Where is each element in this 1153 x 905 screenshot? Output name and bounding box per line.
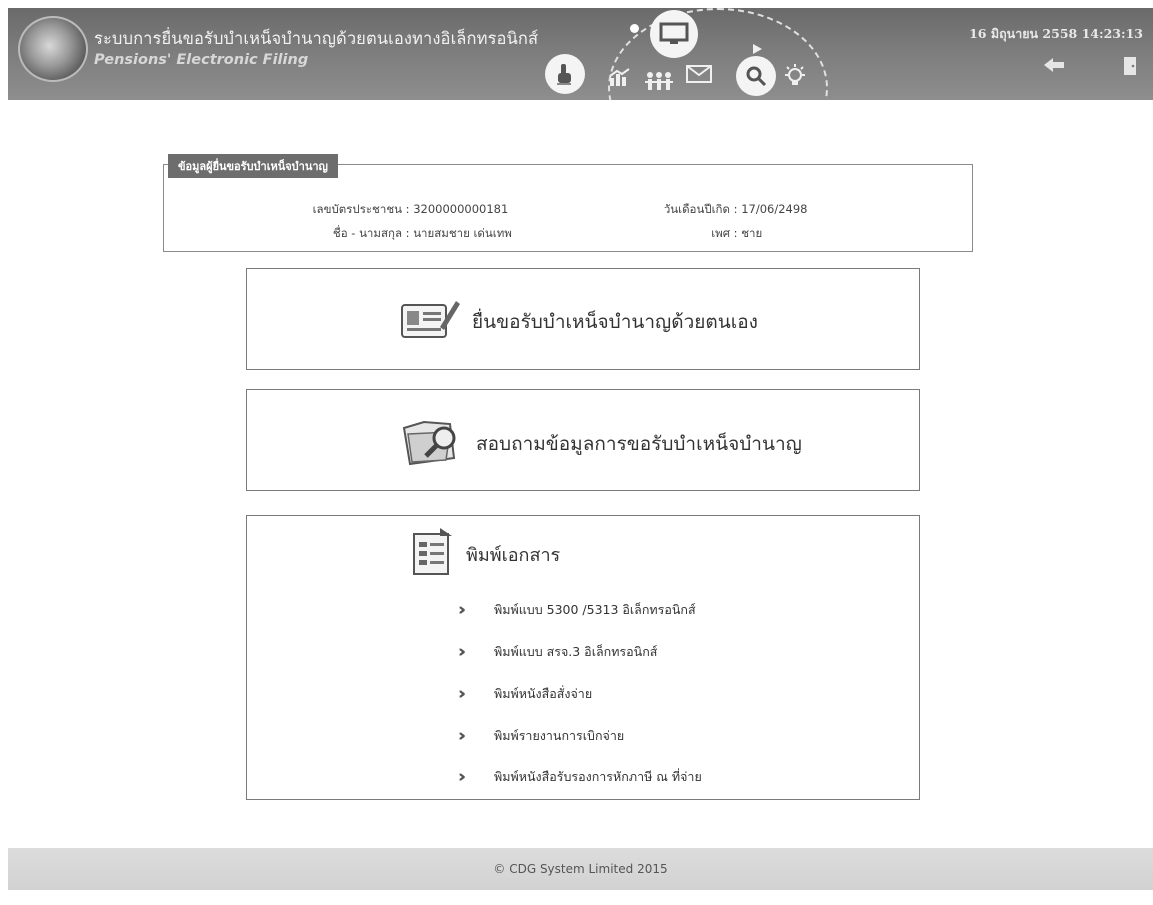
copyright-text: © CDG System Limited 2015: [493, 862, 668, 876]
arc-arrow-icon: [750, 42, 764, 56]
inquiry-label: สอบถามข้อมูลการขอรับบำเหน็จบำนาญ: [476, 432, 802, 455]
print-documents-label: พิมพ์เอกสาร: [466, 545, 561, 566]
file-pension-label: ยื่นขอรับบำเหน็จบำนาญด้วยตนเอง: [472, 310, 758, 333]
app-title-english: Pensions' Electronic Filing: [94, 52, 309, 68]
inquiry-link[interactable]: สอบถามข้อมูลการขอรับบำเหน็จบำนาญ: [400, 414, 802, 473]
current-datetime: 16 มิถุนายน 2558 14:23:13: [969, 26, 1143, 41]
applicant-info-legend: ข้อมูลผู้ยื่นขอรับบำเหน็จบำนาญ: [168, 154, 338, 178]
sex-label: เพศ: [711, 226, 730, 240]
birth-date-field: วันเดือนปีเกิด : 17/06/2498: [622, 201, 808, 219]
people-icon[interactable]: [642, 70, 676, 92]
chart-icon[interactable]: [606, 66, 632, 88]
folder-search-icon: [400, 414, 464, 473]
lightbulb-icon[interactable]: [782, 62, 808, 90]
app-title-thai: ระบบการยื่นขอรับบำเหน็จบำนาญด้วยตนเองทาง…: [94, 29, 539, 48]
full-name-value: นายสมชาย เด่นเทพ: [413, 226, 512, 240]
citizen-id-field: เลขบัตรประชาชน : 3200000000181: [268, 201, 509, 219]
back-icon[interactable]: [1043, 56, 1065, 79]
app-header: ระบบการยื่นขอรับบำเหน็จบำนาญด้วยตนเองทาง…: [8, 8, 1153, 100]
search-icon[interactable]: [736, 56, 776, 96]
print-item-label: พิมพ์หนังสือสั่งจ่าย: [494, 686, 593, 701]
print-item-payment-order[interactable]: ›› พิมพ์หนังสือสั่งจ่าย: [458, 684, 592, 704]
double-chevron-right-icon: ››: [458, 600, 466, 620]
double-chevron-right-icon: ››: [458, 767, 466, 787]
citizen-id-label: เลขบัตรประชาชน: [312, 202, 402, 216]
mail-icon[interactable]: [684, 62, 714, 86]
monitor-icon[interactable]: [650, 10, 698, 58]
print-item-label: พิมพ์แบบ 5300 /5313 อิเล็กทรอนิกส์: [494, 602, 696, 617]
id-card-edit-icon: [400, 297, 460, 346]
print-item-label: พิมพ์หนังสือรับรองการหักภาษี ณ ที่จ่าย: [494, 769, 702, 784]
double-chevron-right-icon: ››: [458, 684, 466, 704]
print-item-withholding-tax-certificate[interactable]: ›› พิมพ์หนังสือรับรองการหักภาษี ณ ที่จ่า…: [458, 767, 702, 787]
full-name-field: ชื่อ - นามสกุล : นายสมชาย เด่นเทพ: [268, 225, 512, 243]
double-chevron-right-icon: ››: [458, 642, 466, 662]
print-item-label: พิมพ์แบบ สรจ.3 อิเล็กทรอนิกส์: [494, 644, 658, 659]
print-item-5300-5313[interactable]: ›› พิมพ์แบบ 5300 /5313 อิเล็กทรอนิกส์: [458, 600, 696, 620]
exit-door-icon[interactable]: [1123, 56, 1137, 81]
print-item-srj3[interactable]: ›› พิมพ์แบบ สรจ.3 อิเล็กทรอนิกส์: [458, 642, 657, 662]
full-name-label: ชื่อ - นามสกุล: [332, 226, 402, 240]
seal-logo: [18, 16, 88, 82]
sex-value: ชาย: [741, 226, 763, 240]
sex-field: เพศ : ชาย: [622, 225, 762, 243]
footer: © CDG System Limited 2015: [8, 848, 1153, 890]
birth-date-label: วันเดือนปีเกิด: [663, 202, 730, 216]
printer-document-icon: [410, 528, 454, 581]
birth-date-value: 17/06/2498: [741, 202, 808, 216]
touch-icon[interactable]: [545, 54, 585, 94]
print-item-label: พิมพ์รายงานการเบิกจ่าย: [494, 728, 625, 743]
double-chevron-right-icon: ››: [458, 726, 466, 746]
citizen-id-value: 3200000000181: [413, 202, 509, 216]
print-documents-heading: พิมพ์เอกสาร: [410, 528, 560, 581]
file-pension-link[interactable]: ยื่นขอรับบำเหน็จบำนาญด้วยตนเอง: [400, 297, 758, 346]
arc-dot: [630, 24, 639, 33]
print-item-disbursement-report[interactable]: ›› พิมพ์รายงานการเบิกจ่าย: [458, 726, 624, 746]
